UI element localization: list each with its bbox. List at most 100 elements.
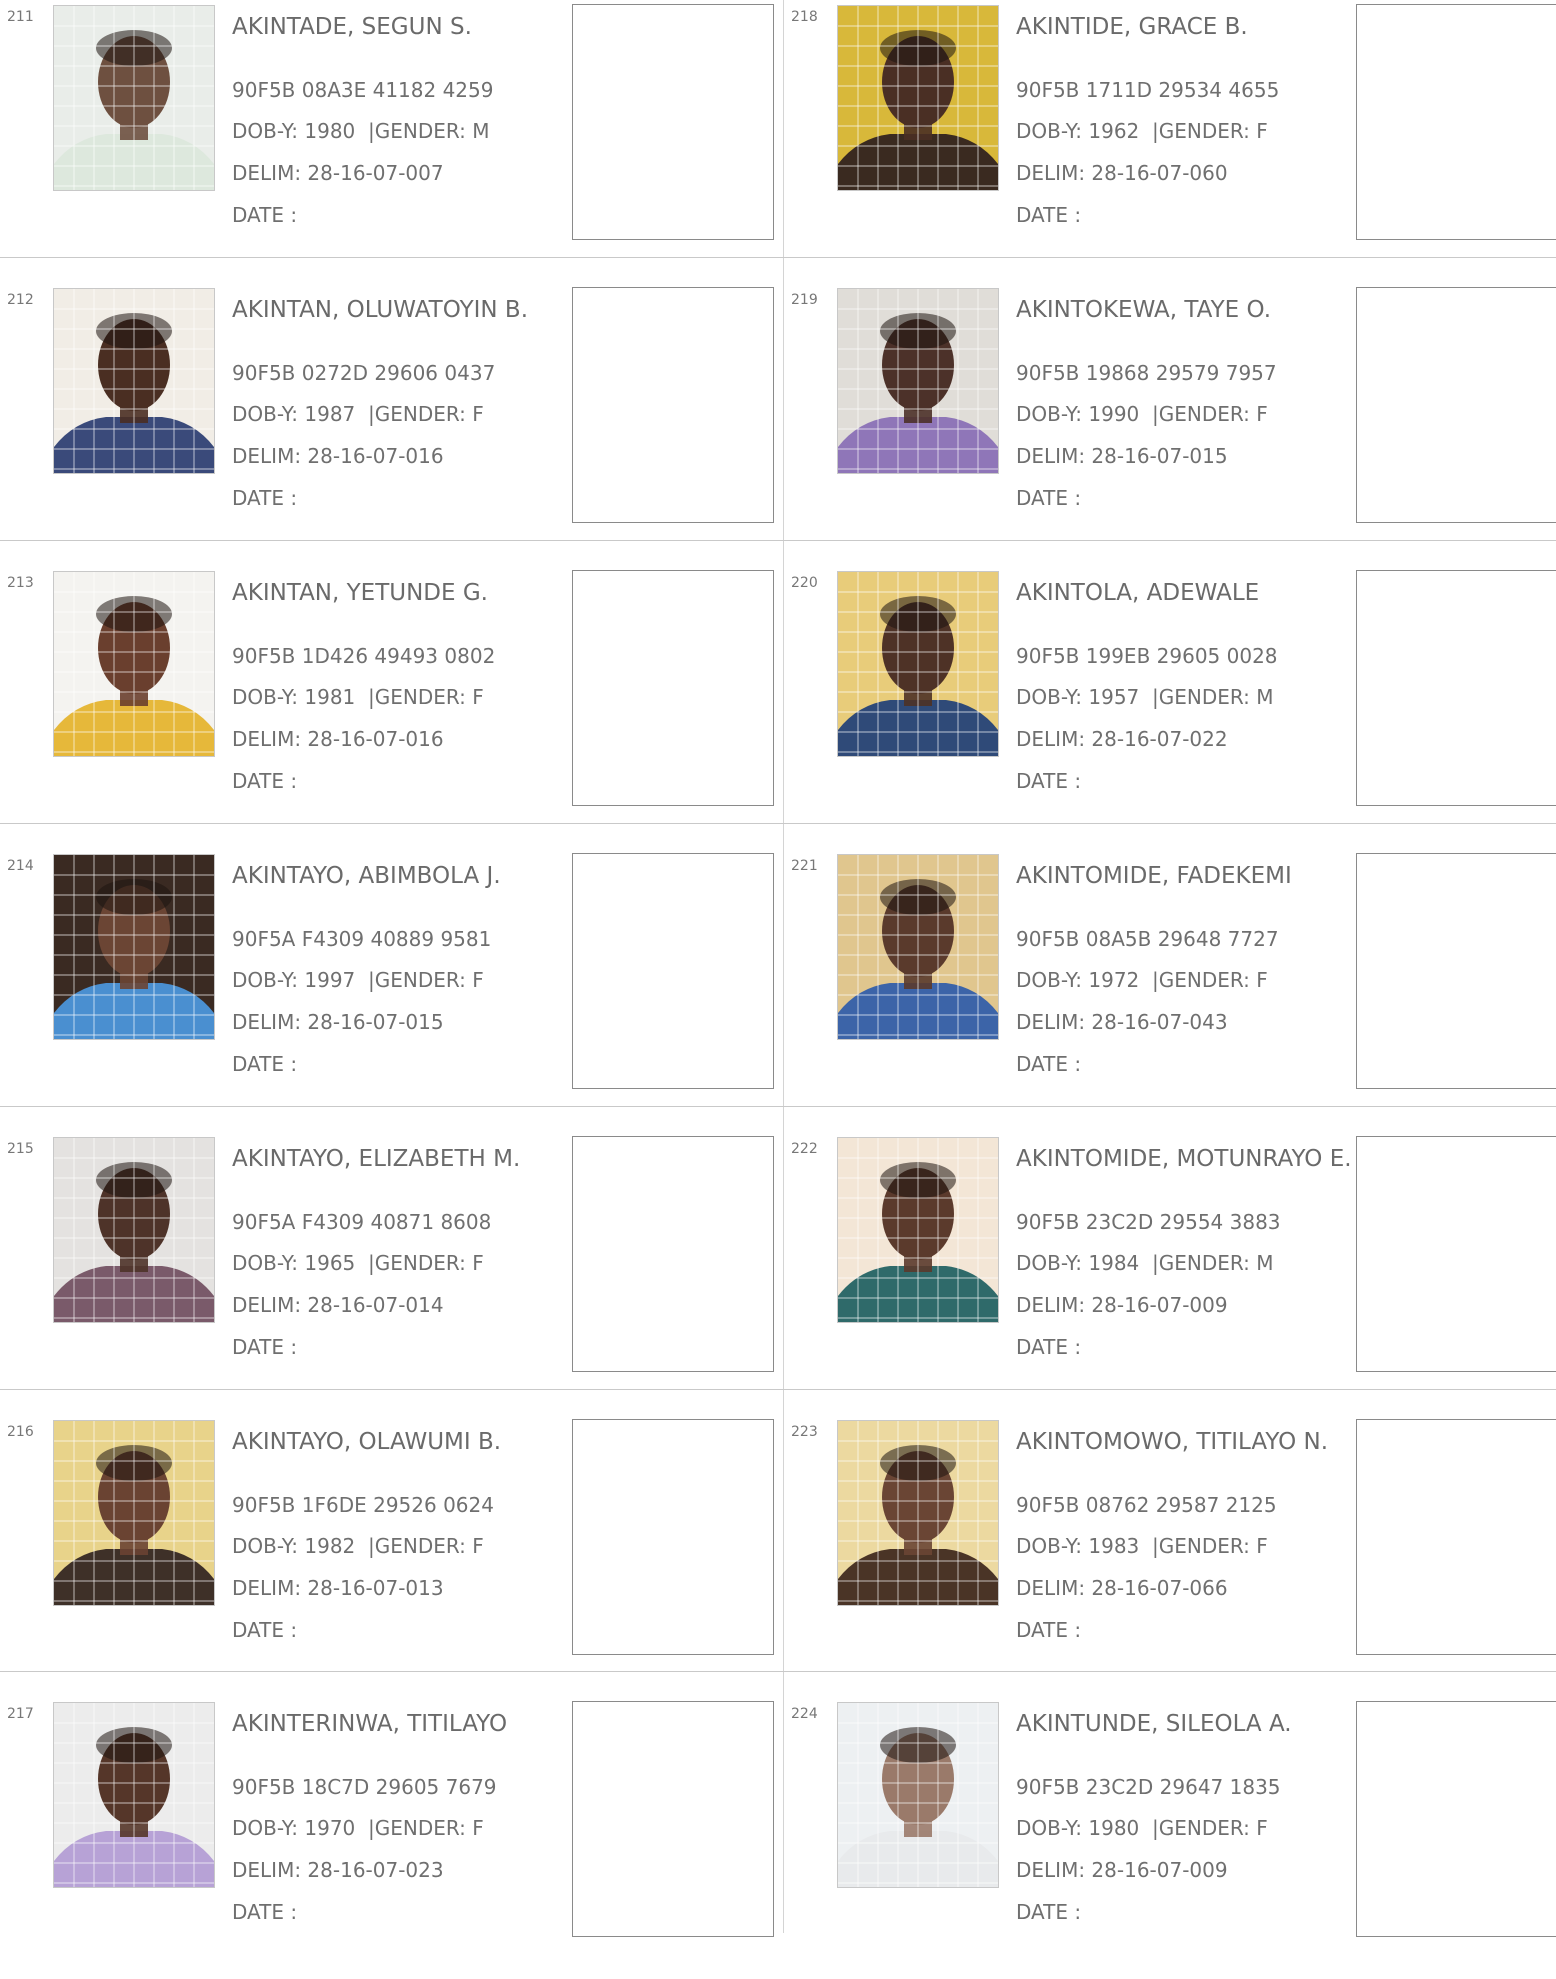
dob-year: DOB-Y: 1980 [232, 119, 356, 143]
delimitation-code: DELIM: 28-16-07-009 [1016, 1293, 1228, 1317]
voter-id: 90F5B 1F6DE 29526 0624 [232, 1493, 494, 1517]
serial-number: 218 [791, 9, 818, 25]
field-separator: | [355, 402, 375, 426]
field-separator: | [355, 685, 375, 709]
field-separator: | [1139, 685, 1159, 709]
voter-photo [53, 1420, 215, 1606]
date-field: DATE : [232, 1900, 298, 1924]
dob-gender: DOB-Y: 1965 |GENDER: F [232, 1251, 484, 1275]
gender: GENDER: F [1158, 119, 1268, 143]
delimitation-code: DELIM: 28-16-07-016 [232, 444, 444, 468]
field-separator: | [355, 119, 375, 143]
gender: GENDER: F [374, 402, 484, 426]
thumbprint-signature-box [1356, 853, 1556, 1089]
dob-gender: DOB-Y: 1982 |GENDER: F [232, 1534, 484, 1558]
row-divider [0, 823, 1556, 824]
photo-portrait [54, 6, 214, 190]
voter-id: 90F5B 199EB 29605 0028 [1016, 644, 1278, 668]
field-separator: | [1139, 402, 1159, 426]
photo-portrait [54, 1138, 214, 1322]
voter-id: 90F5A F4309 40889 9581 [232, 927, 492, 951]
voter-entry: 212 AKINTAN, OLUWATOYIN B. 90F5B 0272D 2… [0, 283, 783, 565]
voter-entry: 220 AKINTOLA, ADEWALE 90F5B 199EB 29605 … [784, 566, 1556, 848]
thumbprint-signature-box [1356, 570, 1556, 806]
photo-portrait [54, 289, 214, 473]
dob-year: DOB-Y: 1970 [232, 1816, 356, 1840]
photo-portrait [838, 289, 998, 473]
dob-gender: DOB-Y: 1990 |GENDER: F [1016, 402, 1268, 426]
field-separator: | [355, 1534, 375, 1558]
photo-portrait [838, 6, 998, 190]
serial-number: 213 [7, 575, 34, 591]
delimitation-code: DELIM: 28-16-07-015 [232, 1010, 444, 1034]
date-field: DATE : [1016, 203, 1082, 227]
thumbprint-signature-box [1356, 1136, 1556, 1372]
voter-id: 90F5B 08762 29587 2125 [1016, 1493, 1277, 1517]
delimitation-code: DELIM: 28-16-07-022 [1016, 727, 1228, 751]
gender: GENDER: F [374, 1816, 484, 1840]
thumbprint-signature-box [572, 4, 774, 240]
voter-photo [837, 1702, 999, 1888]
date-field: DATE : [232, 769, 298, 793]
gender: GENDER: F [374, 685, 484, 709]
voter-entry: 219 AKINTOKEWA, TAYE O. 90F5B 19868 2957… [784, 283, 1556, 565]
voter-photo [53, 854, 215, 1040]
voter-photo [837, 571, 999, 757]
dob-gender: DOB-Y: 1957 |GENDER: M [1016, 685, 1273, 709]
voter-entry: 215 AKINTAYO, ELIZABETH M. 90F5A F4309 4… [0, 1132, 783, 1414]
dob-gender: DOB-Y: 1980 |GENDER: M [232, 119, 489, 143]
row-divider [0, 540, 1556, 541]
gender: GENDER: M [1158, 685, 1274, 709]
serial-number: 223 [791, 1424, 818, 1440]
row-divider [0, 1106, 1556, 1107]
voter-photo [53, 1137, 215, 1323]
gender: GENDER: F [374, 968, 484, 992]
voter-photo [837, 854, 999, 1040]
photo-portrait [838, 855, 998, 1039]
voter-name: AKINTAN, YETUNDE G. [232, 580, 488, 606]
delimitation-code: DELIM: 28-16-07-014 [232, 1293, 444, 1317]
dob-gender: DOB-Y: 1997 |GENDER: F [232, 968, 484, 992]
voter-name: AKINTAYO, ELIZABETH M. [232, 1146, 521, 1172]
dob-year: DOB-Y: 1962 [1016, 119, 1140, 143]
field-separator: | [1139, 1816, 1159, 1840]
row-divider [0, 1389, 1556, 1390]
serial-number: 211 [7, 9, 34, 25]
delimitation-code: DELIM: 28-16-07-023 [232, 1858, 444, 1882]
dob-year: DOB-Y: 1990 [1016, 402, 1140, 426]
gender: GENDER: F [1158, 1816, 1268, 1840]
field-separator: | [355, 1816, 375, 1840]
voter-entry: 214 AKINTAYO, ABIMBOLA J. 90F5A F4309 40… [0, 849, 783, 1131]
delimitation-code: DELIM: 28-16-07-016 [232, 727, 444, 751]
gender: GENDER: M [374, 119, 490, 143]
voter-entry: 223 AKINTOMOWO, TITILAYO N. 90F5B 08762 … [784, 1415, 1556, 1697]
voter-id: 90F5B 0272D 29606 0437 [232, 361, 496, 385]
date-field: DATE : [232, 1052, 298, 1076]
voter-entry: 221 AKINTOMIDE, FADEKEMI 90F5B 08A5B 296… [784, 849, 1556, 1131]
thumbprint-signature-box [1356, 287, 1556, 523]
dob-year: DOB-Y: 1981 [232, 685, 356, 709]
date-field: DATE : [1016, 1052, 1082, 1076]
thumbprint-signature-box [572, 1419, 774, 1655]
voter-entry: 222 AKINTOMIDE, MOTUNRAYO E. 90F5B 23C2D… [784, 1132, 1556, 1414]
date-field: DATE : [232, 1335, 298, 1359]
thumbprint-signature-box [572, 287, 774, 523]
delimitation-code: DELIM: 28-16-07-013 [232, 1576, 444, 1600]
date-field: DATE : [1016, 1900, 1082, 1924]
voter-id: 90F5B 08A3E 41182 4259 [232, 78, 494, 102]
voter-photo [53, 571, 215, 757]
voter-name: AKINTOLA, ADEWALE [1016, 580, 1260, 606]
voter-entry: 217 AKINTERINWA, TITILAYO 90F5B 18C7D 29… [0, 1697, 783, 1979]
dob-gender: DOB-Y: 1972 |GENDER: F [1016, 968, 1268, 992]
voter-id: 90F5B 23C2D 29647 1835 [1016, 1775, 1281, 1799]
voter-id: 90F5A F4309 40871 8608 [232, 1210, 492, 1234]
serial-number: 224 [791, 1706, 818, 1722]
dob-year: DOB-Y: 1972 [1016, 968, 1140, 992]
voter-name: AKINTOMIDE, MOTUNRAYO E. [1016, 1146, 1352, 1172]
voter-name: AKINTAYO, ABIMBOLA J. [232, 863, 501, 889]
voter-photo [837, 1420, 999, 1606]
voter-name: AKINTOKEWA, TAYE O. [1016, 297, 1271, 323]
voter-photo [837, 288, 999, 474]
serial-number: 215 [7, 1141, 34, 1157]
voter-id: 90F5B 08A5B 29648 7727 [1016, 927, 1279, 951]
